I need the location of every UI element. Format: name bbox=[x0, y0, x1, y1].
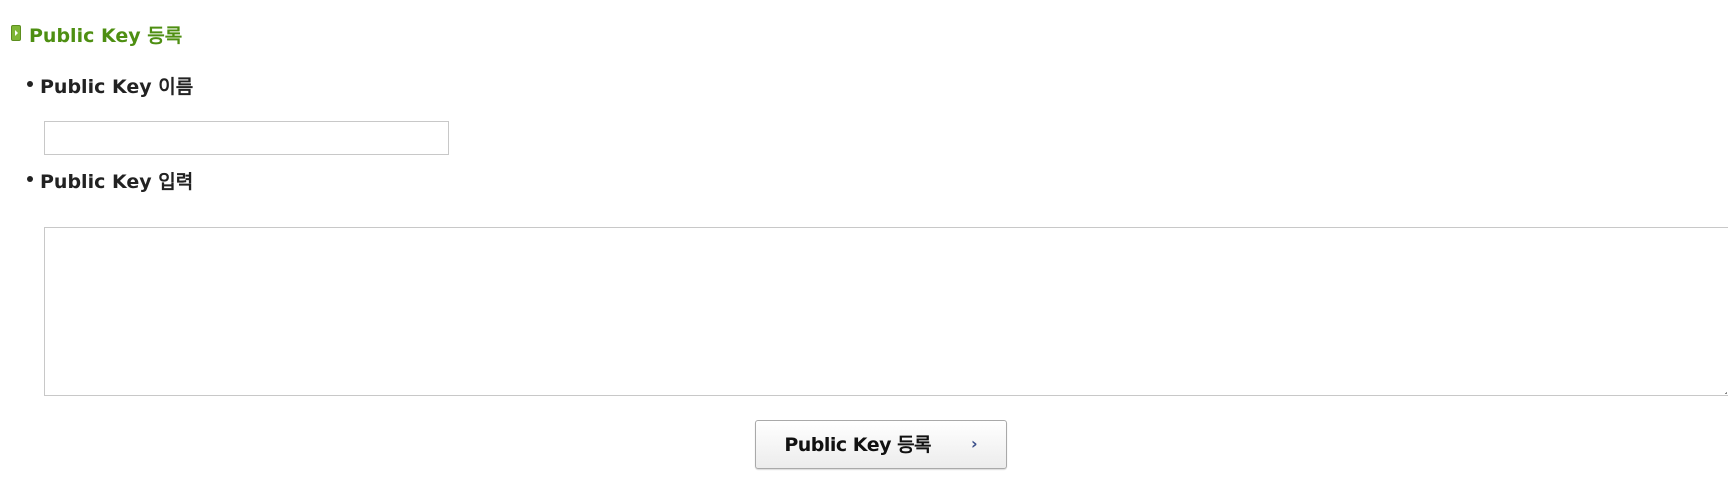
register-public-key-button[interactable]: Public Key 등록 › bbox=[755, 420, 1007, 469]
chevron-right-icon: › bbox=[971, 433, 978, 453]
public-key-name-input[interactable] bbox=[44, 121, 449, 155]
public-key-input-label: Public Key 입력 bbox=[40, 171, 194, 193]
green-arrow-box-icon bbox=[11, 25, 21, 41]
public-key-name-label-row: Public Key 이름 bbox=[27, 76, 193, 98]
resize-grip-icon[interactable] bbox=[1713, 380, 1727, 394]
section-title: Public Key 등록 bbox=[29, 25, 183, 47]
bullet-icon bbox=[27, 176, 33, 182]
public-key-name-label: Public Key 이름 bbox=[40, 76, 194, 98]
public-key-textarea[interactable] bbox=[44, 227, 1728, 396]
public-key-register-page: Public Key 등록 Public Key 이름 Public Key 입… bbox=[0, 0, 1728, 500]
bullet-icon bbox=[27, 81, 33, 87]
public-key-input-label-row: Public Key 입력 bbox=[27, 171, 193, 193]
register-button-label: Public Key 등록 bbox=[784, 433, 932, 456]
section-header: Public Key 등록 bbox=[11, 25, 182, 47]
